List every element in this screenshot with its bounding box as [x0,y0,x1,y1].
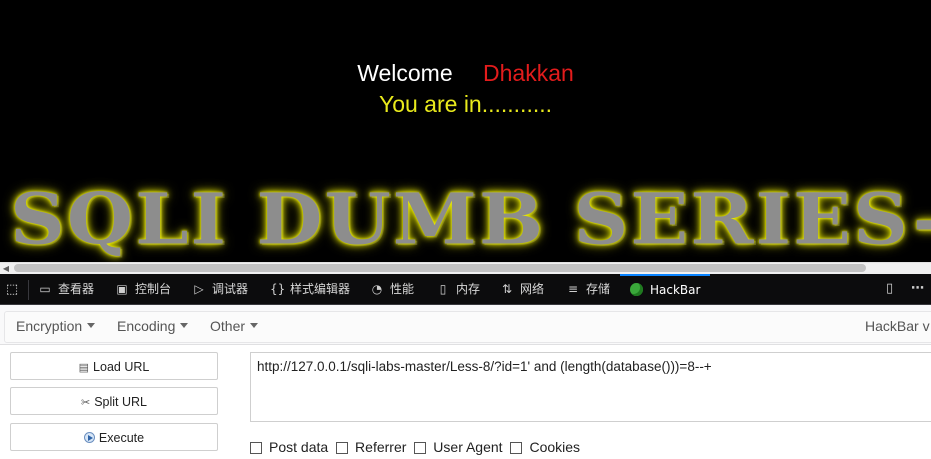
tab-label: 存储 [586,282,611,296]
debugger-icon: ▷ [194,282,204,296]
referrer-label: Referrer [355,439,407,455]
chevron-down-icon [180,323,189,328]
user-agent-checkbox[interactable] [414,442,427,454]
dock-icon[interactable]: ▯ [886,274,893,304]
network-icon: ⇅ [501,282,513,296]
tab-console[interactable]: ▣ 控制台 [115,274,171,304]
tab-inspector[interactable]: ▭ 查看器 [38,274,94,304]
tab-network[interactable]: ⇅ 网络 [500,274,544,304]
tab-label: 网络 [520,282,545,296]
tab-style-editor[interactable]: {} 样式编辑器 [270,274,350,304]
performance-icon: ◔ [371,282,383,296]
inspector-icon: ▭ [39,282,51,296]
post-data-label: Post data [269,439,329,455]
hackbar-menu-bar: Encryption Encoding Other HackBar v [0,305,931,345]
tab-storage[interactable]: ≡ 存储 [566,274,610,304]
memory-icon: ▯ [439,282,447,296]
load-url-label: Load URL [93,360,150,374]
tab-memory[interactable]: ▯ 内存 [436,274,480,304]
other-menu[interactable]: Other [210,318,259,334]
other-label: Other [210,318,246,334]
encoding-menu[interactable]: Encoding [117,318,189,334]
welcome-word: Welcome [357,60,453,86]
devtools-toolbar: ⬚ ▭ 查看器 ▣ 控制台 ▷ 调试器 {} 样式编辑器 ◔ 性能 ▯ 内存 ⇅ 网络 ≡ 存储… [0,274,931,305]
referrer-checkbox[interactable] [336,442,349,454]
play-icon [83,432,95,443]
tab-debugger[interactable]: ▷ 调试器 [192,274,248,304]
more-options-icon[interactable]: ⋯ [911,274,924,304]
hackbar-panel: ▤ Load URL ✂ Split URL Execute http://127.… [0,345,931,459]
url-value: http://127.0.0.1/sqli-labs-master/Less-8… [257,359,712,374]
user-agent-option[interactable]: User Agent [414,439,503,455]
post-data-checkbox[interactable] [250,442,262,454]
status-message: You are in........... [378,91,553,117]
tab-label: HackBar [650,283,701,297]
load-url-button[interactable]: ▤ Load URL [10,352,218,380]
console-icon: ▣ [116,282,128,296]
options-row: Post data Referrer User Agent Cookies [250,439,584,457]
toolbar-divider [28,280,29,300]
cookies-option[interactable]: Cookies [510,439,580,455]
execute-button[interactable]: Execute [10,423,218,451]
user-agent-label: User Agent [433,439,503,455]
welcome-line: Welcome Dhakkan [0,60,931,87]
style-editor-icon: {} [270,282,286,296]
tab-performance[interactable]: ◔ 性能 [370,274,414,304]
web-page: Welcome Dhakkan You are in........... SQ… [0,0,931,262]
split-url-button[interactable]: ✂ Split URL [10,387,218,415]
scroll-left-arrow-icon[interactable]: ◀ [0,263,12,274]
tab-label: 样式编辑器 [290,282,351,296]
horizontal-scrollbar[interactable]: ◀ [0,262,931,274]
chevron-down-icon [250,323,259,328]
encryption-menu[interactable]: Encryption [16,318,96,334]
welcome-name: Dhakkan [483,60,574,86]
cookies-label: Cookies [529,439,581,455]
storage-icon: ≡ [567,282,579,296]
title-banner: SQLI DUMB SERIES-8 [10,178,931,260]
tab-label: 查看器 [58,282,95,296]
url-textarea[interactable]: http://127.0.0.1/sqli-labs-master/Less-8… [250,352,931,422]
hackbar-icon [630,283,643,296]
referrer-option[interactable]: Referrer [336,439,406,455]
tab-hackbar[interactable]: HackBar [620,274,711,304]
tab-label: 性能 [390,282,415,296]
scrollbar-thumb[interactable] [14,264,866,272]
post-data-option[interactable]: Post data [250,439,328,455]
element-picker-icon[interactable]: ⬚ [2,281,22,299]
tab-label: 控制台 [135,282,172,296]
load-url-icon: ▤ [78,362,90,374]
encoding-label: Encoding [117,318,176,334]
cookies-checkbox[interactable] [510,442,523,454]
scissors-icon: ✂ [80,397,91,409]
browser-window: Welcome Dhakkan You are in........... SQ… [0,0,931,459]
tab-label: 内存 [456,282,481,296]
hackbar-brand: HackBar v [865,318,930,334]
execute-label: Execute [98,431,145,445]
tab-label: 调试器 [212,282,249,296]
chevron-down-icon [87,323,96,328]
split-url-label: Split URL [94,395,147,409]
encryption-label: Encryption [16,318,83,334]
